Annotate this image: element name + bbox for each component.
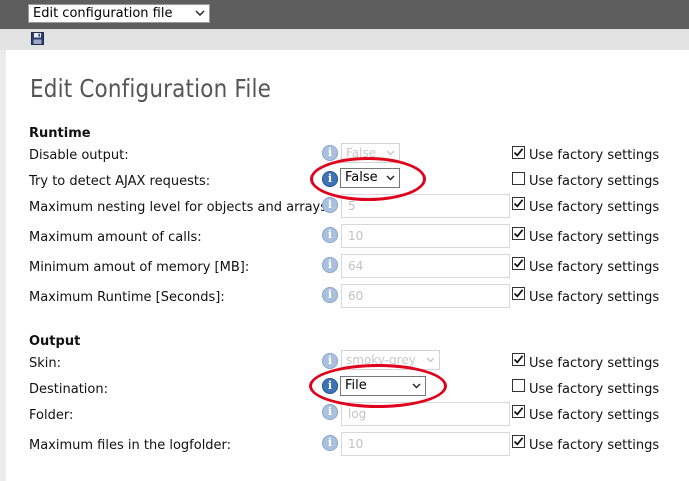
max-files-factory-checkbox[interactable] (512, 435, 525, 448)
max-nesting-factory-checkbox[interactable] (512, 197, 525, 210)
skin-label: Skin: (29, 356, 62, 371)
max-runtime-input[interactable]: 60 (341, 284, 510, 308)
max-runtime-factory-checkbox[interactable] (512, 287, 525, 300)
chevron-down-icon (426, 357, 435, 363)
detect-ajax-factory-checkbox[interactable] (512, 172, 525, 185)
min-memory-label: Minimum amout of memory [MB]: (29, 260, 250, 275)
folder-factory-checkbox[interactable] (512, 405, 525, 418)
highlight-ring-destination (309, 364, 447, 408)
max-nesting-label: Maximum nesting level for objects and ar… (29, 200, 332, 215)
view-select[interactable]: Edit configuration file (28, 4, 210, 23)
max-runtime-label: Maximum Runtime [Seconds]: (29, 290, 225, 305)
max-files-label: Maximum files in the logfolder: (29, 438, 232, 453)
info-icon[interactable]: i (322, 287, 338, 303)
factory-settings-label: Use factory settings (529, 382, 660, 397)
detect-ajax-label: Try to detect AJAX requests: (29, 174, 211, 189)
max-calls-label: Maximum amount of calls: (29, 230, 202, 245)
max-files-input[interactable]: 10 (341, 432, 510, 456)
destination-factory-checkbox[interactable] (512, 379, 525, 392)
factory-settings-label: Use factory settings (529, 200, 660, 215)
info-icon[interactable]: i (322, 197, 338, 213)
factory-settings-label: Use factory settings (529, 230, 660, 245)
info-icon[interactable]: i (322, 227, 338, 243)
max-calls-input[interactable]: 10 (341, 224, 510, 248)
toolbar (0, 29, 689, 50)
factory-settings-label: Use factory settings (529, 290, 660, 305)
section-title-runtime: Runtime (29, 126, 91, 141)
disable-output-label: Disable output: (29, 148, 129, 163)
factory-settings-label: Use factory settings (529, 438, 660, 453)
info-icon[interactable]: i (322, 145, 338, 161)
highlight-ring-ajax (310, 157, 426, 201)
skin-factory-checkbox[interactable] (512, 353, 525, 366)
info-icon[interactable]: i (322, 404, 338, 420)
folder-label: Folder: (29, 408, 74, 423)
info-icon[interactable]: i (322, 353, 338, 369)
factory-settings-label: Use factory settings (529, 260, 660, 275)
min-memory-input[interactable]: 64 (341, 254, 510, 278)
destination-label: Destination: (29, 382, 108, 397)
section-title-output: Output (29, 334, 81, 349)
factory-settings-label: Use factory settings (529, 408, 660, 423)
max-calls-factory-checkbox[interactable] (512, 227, 525, 240)
view-select-value: Edit configuration file (33, 6, 173, 21)
info-icon[interactable]: i (322, 257, 338, 273)
disable-output-factory-checkbox[interactable] (512, 146, 525, 159)
factory-settings-label: Use factory settings (529, 356, 660, 371)
save-icon[interactable] (31, 32, 44, 45)
chevron-down-icon (195, 10, 205, 16)
min-memory-factory-checkbox[interactable] (512, 257, 525, 270)
factory-settings-label: Use factory settings (529, 174, 660, 189)
info-icon[interactable]: i (322, 435, 338, 451)
factory-settings-label: Use factory settings (529, 148, 660, 163)
page-title: Edit Configuration File (30, 74, 272, 103)
